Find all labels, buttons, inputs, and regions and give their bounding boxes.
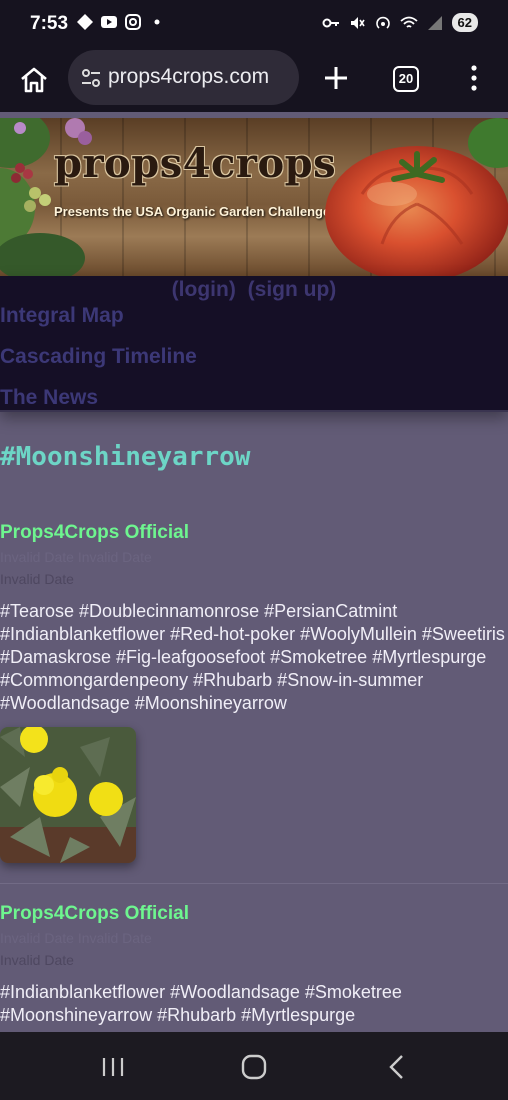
signal-icon xyxy=(427,15,442,30)
nav-link-integral-map[interactable]: Integral Map xyxy=(0,304,124,328)
auth-links: (login) (sign up) xyxy=(0,278,508,302)
post-meta-faint: Invalid Date Invalid Date xyxy=(0,930,152,946)
post-author[interactable]: Props4Crops Official xyxy=(0,522,189,544)
site-tagline: Presents the USA Organic Garden Challeng… xyxy=(54,204,331,219)
key-icon xyxy=(322,18,339,27)
login-link[interactable]: (login) xyxy=(172,278,236,301)
direction-icon xyxy=(77,14,93,30)
back-icon[interactable] xyxy=(382,1052,412,1082)
instagram-icon xyxy=(125,14,141,30)
page-title: #Moonshineyarrow xyxy=(0,442,251,472)
new-tab-icon[interactable] xyxy=(322,64,350,92)
browser-toolbar: props4crops.com 20 xyxy=(0,48,508,112)
site-banner[interactable]: props4crops Presents the USA Organic Gar… xyxy=(0,118,508,276)
dot-icon xyxy=(154,19,160,25)
hotspot-icon xyxy=(375,16,390,29)
home-icon[interactable] xyxy=(18,64,50,96)
youtube-icon xyxy=(101,16,117,28)
status-time: 7:53 xyxy=(30,13,69,34)
mute-icon xyxy=(350,16,365,29)
nav-link-cascading-timeline[interactable]: Cascading Timeline xyxy=(0,345,197,369)
post-author[interactable]: Props4Crops Official xyxy=(0,903,189,925)
system-navigation-bar xyxy=(0,1032,508,1100)
battery-indicator: 62 xyxy=(451,13,478,32)
post-hashtags: #Indianblanketflower #Woodlandsage #Smok… xyxy=(0,982,402,1025)
address-bar[interactable]: props4crops.com xyxy=(68,50,299,105)
wifi-icon xyxy=(399,16,418,28)
signup-link[interactable]: (sign up) xyxy=(248,278,337,301)
tomato-graphic xyxy=(325,146,508,276)
more-menu-icon[interactable] xyxy=(467,64,481,92)
site-settings-icon[interactable] xyxy=(80,67,102,89)
home-button-icon[interactable] xyxy=(239,1052,269,1082)
site-nav: (login) (sign up) Integral Map Cascading… xyxy=(0,276,508,412)
tab-switcher-button[interactable]: 20 xyxy=(393,66,419,92)
recent-apps-icon[interactable] xyxy=(98,1052,128,1082)
nav-link-the-news[interactable]: The News xyxy=(0,386,98,410)
notification-icons xyxy=(76,13,166,31)
url-text[interactable]: props4crops.com xyxy=(108,65,294,89)
post-date: Invalid Date xyxy=(0,952,74,968)
yarrow-photo xyxy=(0,727,136,863)
site-logo-title: props4crops xyxy=(54,140,337,187)
post-divider xyxy=(0,883,508,884)
system-status-icons: 62 xyxy=(322,13,478,32)
post-date: Invalid Date xyxy=(0,571,74,587)
post-meta-faint: Invalid Date Invalid Date xyxy=(0,549,152,565)
post-image-yarrow[interactable] xyxy=(0,727,136,863)
post-hashtags: #Tearose #Doublecinnamonrose #PersianCat… xyxy=(0,601,505,713)
status-bar: 7:53 62 xyxy=(0,0,508,48)
